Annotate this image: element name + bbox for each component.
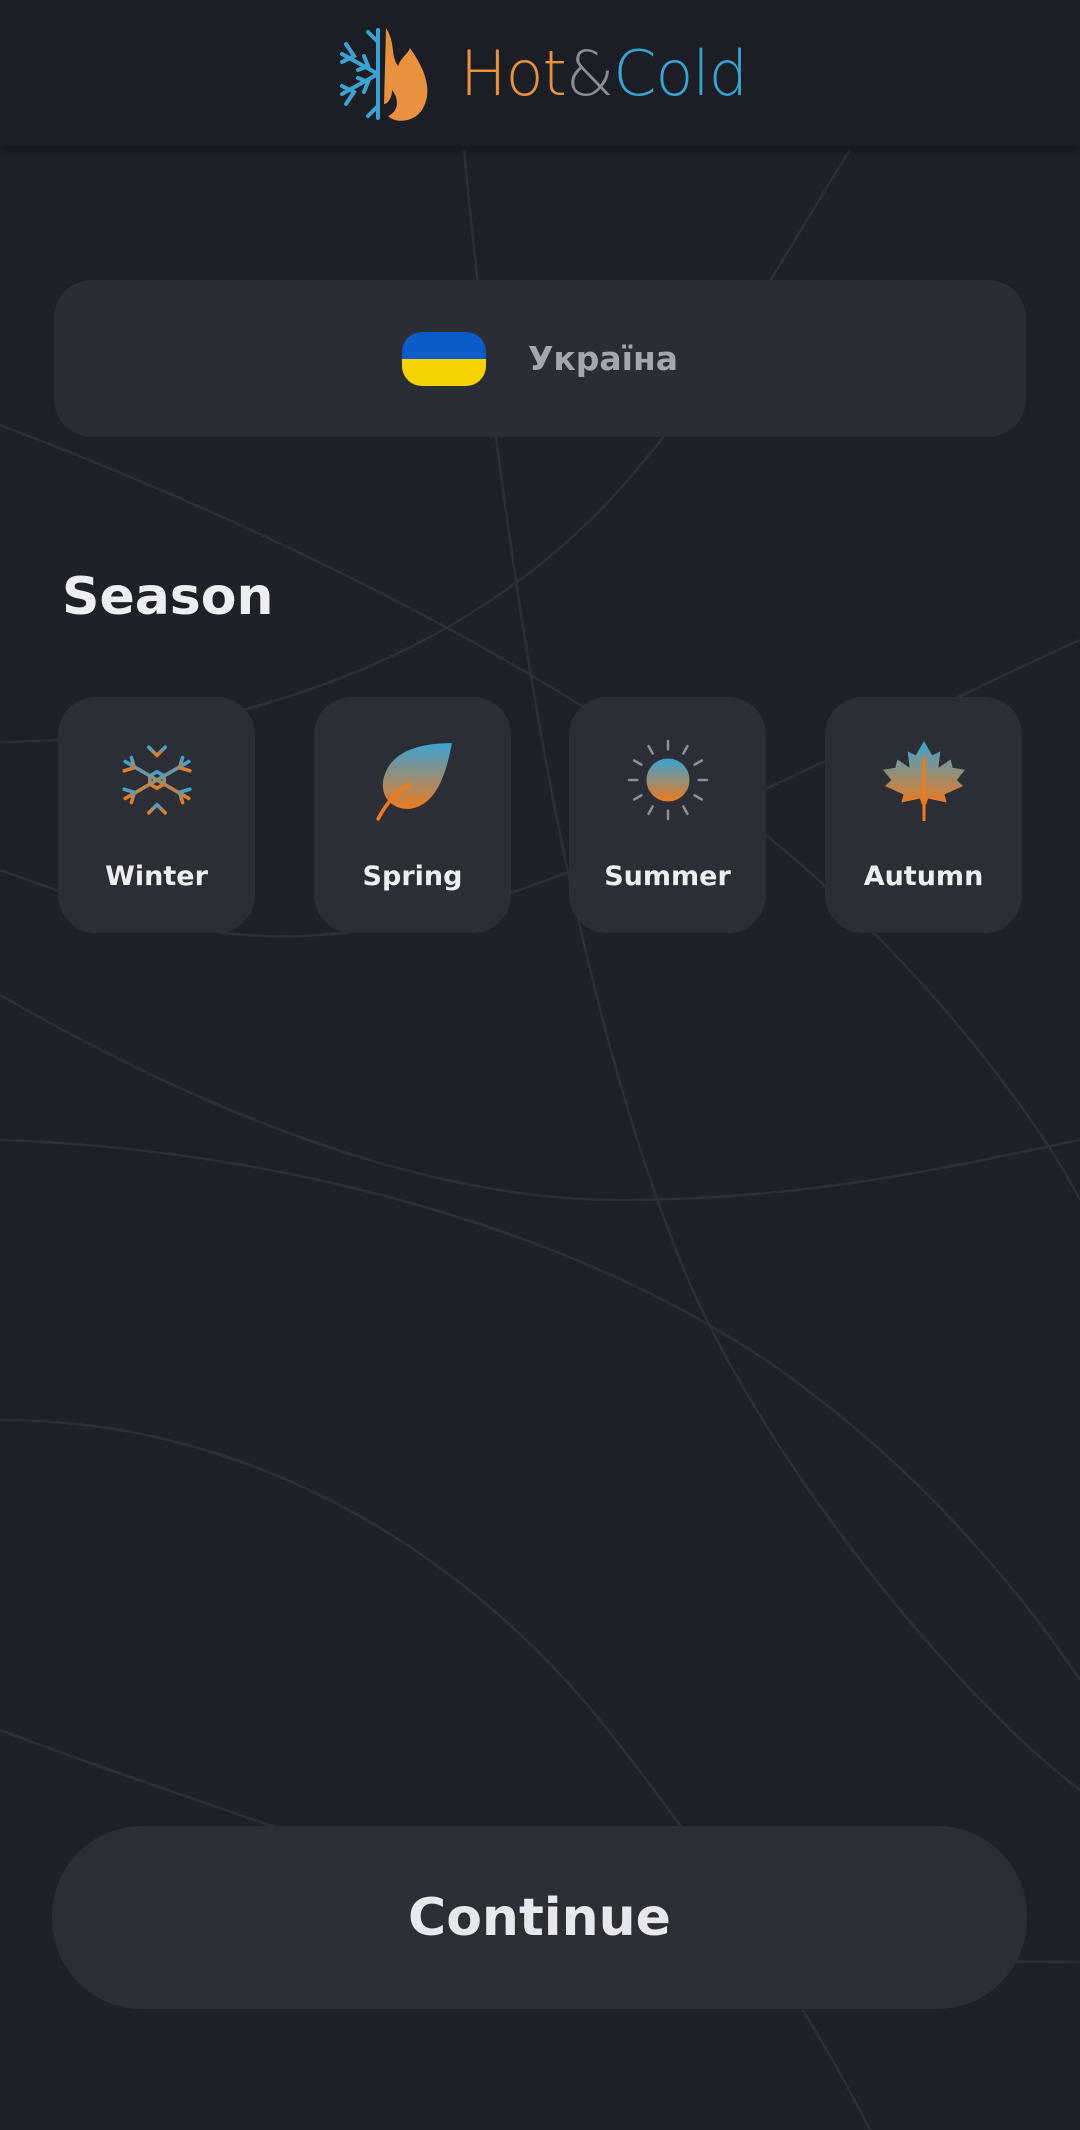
season-label-summer: Summer	[604, 861, 731, 892]
app-header: Hot&Cold	[0, 0, 1080, 146]
season-label-spring: Spring	[362, 861, 463, 892]
ukraine-flag-icon	[401, 331, 486, 386]
season-option-autumn[interactable]: Autumn	[825, 697, 1022, 933]
snowflake-icon	[122, 741, 192, 819]
language-label: Україна	[527, 339, 679, 378]
sun-icon	[627, 739, 709, 821]
season-label-winter: Winter	[105, 861, 208, 892]
app-screen: Hot&Cold Україна Season Winter Spring Su…	[0, 0, 1080, 2130]
leaf-icon	[376, 743, 452, 821]
app-name-cold: Cold	[613, 37, 748, 110]
season-option-winter[interactable]: Winter	[58, 697, 255, 933]
app-name: Hot&Cold	[460, 43, 748, 105]
language-selector[interactable]: Україна	[54, 280, 1026, 437]
season-section-title: Season	[62, 567, 274, 627]
app-logo: Hot&Cold	[338, 24, 748, 124]
season-option-spring[interactable]: Spring	[314, 697, 511, 933]
continue-button[interactable]: Continue	[52, 1826, 1027, 2009]
app-name-hot: Hot	[460, 37, 567, 110]
maple-leaf-icon	[883, 741, 965, 821]
season-label-autumn: Autumn	[863, 861, 984, 892]
app-name-ampersand: &	[565, 37, 614, 110]
season-option-summer[interactable]: Summer	[569, 697, 766, 933]
hot-cold-logo-icon	[340, 28, 428, 121]
